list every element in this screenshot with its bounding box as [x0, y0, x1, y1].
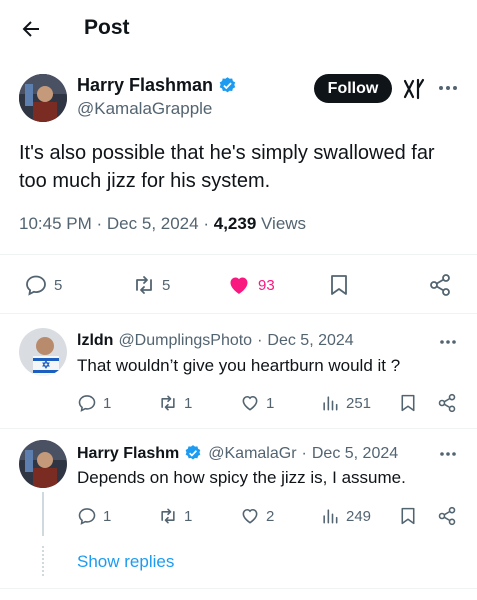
reply-action[interactable]: 5	[24, 273, 62, 297]
post-text: It's also possible that he's simply swal…	[19, 142, 435, 192]
views-count: 249	[346, 507, 372, 525]
reply-author-handle[interactable]: @DumplingsPhoto	[118, 332, 252, 350]
bookmark-action[interactable]	[399, 393, 417, 413]
separator: ·	[301, 444, 307, 462]
replies-count: 5	[54, 276, 63, 294]
divider	[0, 254, 477, 255]
post-time[interactable]: 10:45 PM	[19, 214, 92, 233]
post-meta: 10:45 PM · Dec 5, 2024 · 4,239 Views	[19, 214, 306, 234]
share-icon	[430, 274, 450, 296]
reply-text: That wouldn’t give you heartburn would i…	[77, 356, 401, 375]
share-action[interactable]	[437, 506, 457, 526]
reposts-count: 1	[184, 507, 193, 525]
verified-badge-icon	[218, 76, 237, 95]
views-count: 4,239	[213, 214, 257, 233]
more-options-icon[interactable]	[436, 78, 460, 98]
views-chart-icon	[323, 396, 338, 411]
bookmark-action[interactable]	[399, 506, 417, 526]
repost-action[interactable]: 1	[158, 506, 192, 526]
reply-action[interactable]: 1	[77, 506, 111, 526]
divider	[0, 428, 477, 429]
reply-author-name[interactable]: Harry Flashm	[77, 445, 179, 463]
author-handle[interactable]: @KamalaGrapple	[77, 99, 212, 119]
like-action[interactable]: 93	[226, 273, 275, 297]
views-count: 251	[346, 394, 372, 412]
views-chart-icon	[323, 509, 338, 524]
show-replies-link[interactable]: Show replies	[77, 552, 174, 572]
reply-avatar[interactable]	[19, 440, 67, 488]
thread-dotted-line	[42, 546, 44, 576]
views-action[interactable]: 249	[320, 506, 371, 526]
reply-text: Depends on how spicy the jizz is, I assu…	[77, 468, 406, 487]
replies-count: 1	[103, 394, 112, 412]
reply-date[interactable]: Dec 5, 2024	[312, 445, 398, 463]
heart-filled-icon	[230, 277, 248, 294]
separator: ·	[203, 214, 209, 233]
more-options-icon[interactable]	[438, 334, 458, 350]
reply-author-handle[interactable]: @KamalaGr	[208, 445, 296, 463]
thread-line	[42, 492, 44, 536]
reposts-count: 1	[184, 394, 193, 412]
bookmark-icon	[401, 394, 415, 412]
repost-icon	[161, 508, 175, 524]
heart-icon	[242, 508, 258, 524]
share-icon	[438, 393, 456, 413]
reply-header: Harry Flashm @KamalaGr · Dec 5, 2024	[77, 444, 398, 463]
likes-count: 1	[266, 394, 275, 412]
separator: ·	[257, 332, 263, 349]
verified-badge-icon	[184, 444, 203, 463]
reply-avatar[interactable]	[19, 328, 67, 376]
divider	[0, 588, 477, 589]
replies-count: 1	[103, 507, 112, 525]
repost-action[interactable]: 1	[158, 393, 192, 413]
author-name[interactable]: Harry Flashman	[77, 75, 213, 96]
views-label: Views	[261, 214, 307, 233]
repost-icon	[161, 395, 175, 411]
author-name-row[interactable]: Harry Flashman	[77, 75, 237, 96]
back-arrow-icon[interactable]	[16, 14, 46, 44]
likes-count: 2	[266, 507, 275, 525]
repost-icon	[136, 276, 152, 294]
reply-icon	[78, 395, 96, 412]
like-action[interactable]: 1	[240, 393, 274, 413]
divider	[0, 313, 477, 314]
heart-icon	[242, 395, 258, 411]
reply-author-name[interactable]: lzldn	[77, 332, 113, 350]
likes-count: 93	[258, 276, 275, 294]
share-icon	[438, 506, 456, 526]
separator: ·	[96, 214, 103, 233]
reply-header: lzldn @DumplingsPhoto · Dec 5, 2024	[77, 332, 354, 350]
repost-action[interactable]: 5	[132, 273, 170, 297]
reply-action[interactable]: 1	[77, 393, 111, 413]
bookmark-icon	[331, 275, 347, 295]
grok-icon[interactable]	[402, 77, 426, 101]
share-action[interactable]	[437, 393, 457, 413]
reply-date[interactable]: Dec 5, 2024	[267, 332, 353, 350]
top-bar: Post	[0, 0, 477, 56]
bookmark-icon	[401, 507, 415, 525]
author-avatar[interactable]	[19, 74, 67, 122]
more-options-icon[interactable]	[438, 446, 458, 462]
like-action[interactable]: 2	[240, 506, 274, 526]
views-action[interactable]: 251	[320, 393, 371, 413]
bookmark-action[interactable]	[328, 273, 350, 297]
reply-icon	[26, 275, 46, 296]
follow-button[interactable]: Follow	[314, 74, 392, 103]
reply-icon	[78, 508, 96, 525]
post-date[interactable]: Dec 5, 2024	[107, 214, 199, 233]
reposts-count: 5	[162, 276, 171, 294]
page-title: Post	[84, 16, 130, 39]
share-action[interactable]	[428, 273, 452, 297]
